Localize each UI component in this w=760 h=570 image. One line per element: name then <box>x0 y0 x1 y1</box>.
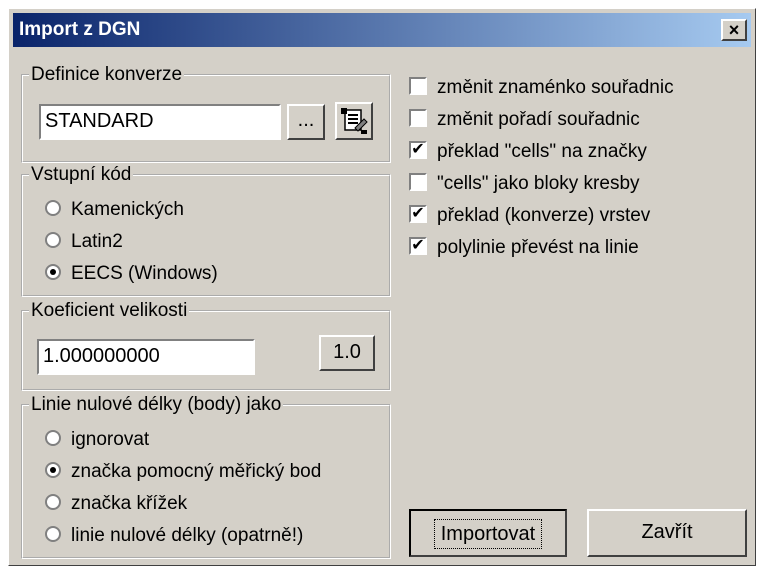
radio-option-eecs[interactable]: EECS (Windows) <box>45 261 218 287</box>
radio-button[interactable] <box>45 461 61 478</box>
edit-definition-button[interactable] <box>335 102 373 140</box>
window-title: Import z DGN <box>19 19 141 40</box>
checkbox[interactable]: ✔ <box>409 140 427 159</box>
checkbox[interactable] <box>409 172 427 191</box>
size-coefficient-legend: Koeficient velikosti <box>31 300 188 321</box>
checkbox[interactable] <box>409 108 427 127</box>
zero-length-legend: Linie nulové délky (body) jako <box>31 394 282 415</box>
radio-label: EECS (Windows) <box>71 263 218 284</box>
radio-button[interactable] <box>45 231 61 248</box>
browse-definition-button[interactable]: ... <box>287 104 325 140</box>
radio-button[interactable] <box>45 263 61 280</box>
checkbox[interactable]: ✔ <box>409 204 427 223</box>
checkbox[interactable] <box>409 76 427 95</box>
import-dgn-dialog: Import z DGN × Definice konverze STANDAR… <box>8 8 756 566</box>
edit-definition-icon <box>341 108 368 134</box>
checkbox-label: překlad (konverze) vrstev <box>437 205 651 226</box>
checkbox-label: změnit znaménko souřadnic <box>437 77 674 98</box>
check-option-vrstvy[interactable]: ✔ překlad (konverze) vrstev <box>409 203 650 229</box>
checkbox-label: "cells" jako bloky kresby <box>437 173 640 194</box>
check-option-cells-znacky[interactable]: ✔ překlad "cells" na značky <box>409 139 647 165</box>
checkbox[interactable]: ✔ <box>409 236 427 255</box>
radio-label: ignorovat <box>71 429 150 450</box>
radio-option-krizek[interactable]: značka křížek <box>45 491 187 517</box>
radio-option-latin2[interactable]: Latin2 <box>45 229 123 255</box>
radio-label: Latin2 <box>71 231 123 252</box>
radio-button[interactable] <box>45 429 61 446</box>
radio-button[interactable] <box>45 199 61 216</box>
size-coefficient-field[interactable]: 1.000000000 <box>37 339 255 375</box>
check-option-poradi[interactable]: změnit pořadí souřadnic <box>409 107 640 133</box>
title-bar: Import z DGN × <box>13 13 751 47</box>
check-option-polylinie[interactable]: ✔ polylinie převést na linie <box>409 235 639 261</box>
close-window-button[interactable]: × <box>721 19 747 41</box>
import-button[interactable]: Importovat <box>409 509 567 557</box>
check-option-cells-bloky[interactable]: "cells" jako bloky kresby <box>409 171 640 197</box>
radio-label: značka křížek <box>71 493 188 514</box>
input-code-legend: Vstupní kód <box>31 164 132 185</box>
radio-label: linie nulové délky (opatrně!) <box>71 525 304 546</box>
radio-label: Kamenických <box>71 199 184 220</box>
conversion-definition-field[interactable]: STANDARD <box>39 104 281 140</box>
radio-button[interactable] <box>45 493 61 510</box>
radio-button[interactable] <box>45 525 61 542</box>
checkbox-label: překlad "cells" na značky <box>437 141 647 162</box>
radio-label: značka pomocný měřický bod <box>71 461 322 482</box>
checkbox-label: změnit pořadí souřadnic <box>437 109 640 130</box>
import-button-label: Importovat <box>433 519 543 549</box>
radio-option-ignorovat[interactable]: ignorovat <box>45 427 149 453</box>
checkbox-label: polylinie převést na linie <box>437 237 639 258</box>
radio-option-kamenickych[interactable]: Kamenických <box>45 197 184 223</box>
check-option-znamenko[interactable]: změnit znaménko souřadnic <box>409 75 674 101</box>
conversion-definition-legend: Definice konverze <box>31 64 183 85</box>
radio-option-nulove-delky[interactable]: linie nulové délky (opatrně!) <box>45 523 303 549</box>
close-button[interactable]: Zavřít <box>587 509 747 557</box>
radio-option-pomocny-bod[interactable]: značka pomocný měřický bod <box>45 459 321 485</box>
reset-coefficient-button[interactable]: 1.0 <box>319 335 375 371</box>
